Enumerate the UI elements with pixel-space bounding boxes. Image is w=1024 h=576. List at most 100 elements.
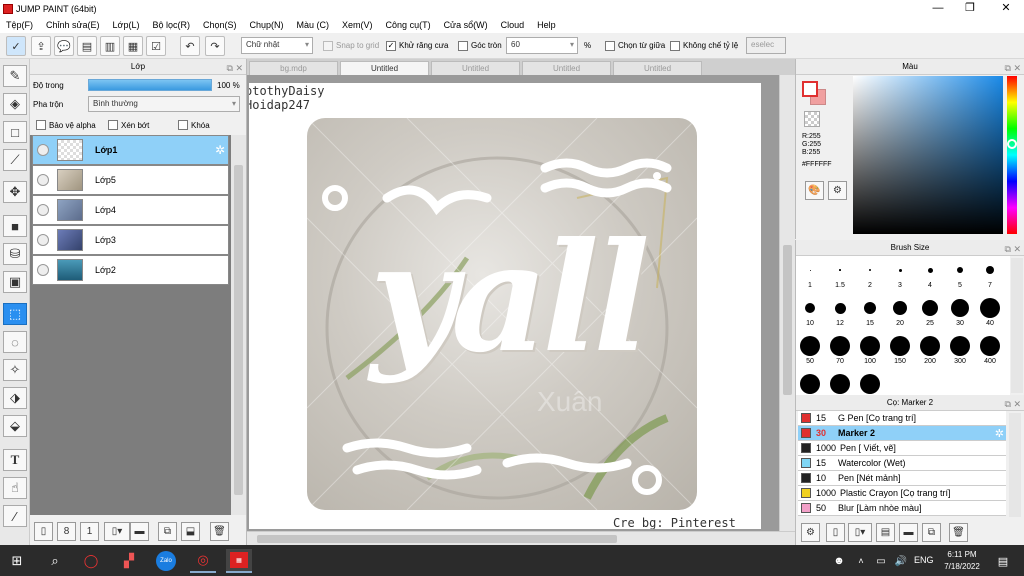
hue-slider[interactable] [1007, 76, 1017, 234]
menu-item[interactable]: Chỉnh sửa(E) [46, 20, 100, 30]
undo-icon[interactable]: ↶ [180, 36, 200, 56]
document-tab[interactable]: Untitled [340, 61, 429, 75]
document-icon[interactable]: ▥ [100, 36, 120, 56]
search-icon[interactable]: ⌕ [42, 549, 68, 573]
text-tool-icon[interactable]: T [3, 449, 27, 471]
brush-size-dot[interactable] [869, 269, 871, 271]
brush-list-item[interactable]: 50 Blur [Làm nhòe màu] [798, 501, 1006, 516]
layer-scrollbar[interactable] [231, 135, 246, 515]
text-box-icon[interactable]: ▤ [77, 36, 97, 56]
select-eraser-tool-icon[interactable]: ⬙ [3, 415, 27, 437]
brush-size-dot[interactable] [922, 300, 938, 316]
brush-list-item[interactable]: 1000 Plastic Crayon [Cọ trang trí] [798, 486, 1006, 501]
grid-icon[interactable]: ▦ [123, 36, 143, 56]
brush-size-dot[interactable] [864, 302, 876, 314]
notification-icon[interactable]: ▤ [990, 549, 1016, 573]
rect-select-tool-icon[interactable]: ⬚ [3, 303, 27, 325]
trash-icon[interactable]: 🗑 [210, 522, 229, 541]
visibility-icon[interactable] [37, 264, 49, 276]
color-picker-square[interactable] [853, 76, 1003, 234]
brush-size-dot[interactable] [893, 301, 907, 315]
document-tab[interactable]: Untitled [522, 61, 611, 75]
transparent-swatch[interactable] [804, 111, 820, 127]
eyedropper-tool-icon[interactable]: ⁄ [3, 505, 27, 527]
brush-size-dot[interactable] [834, 302, 846, 314]
panel-expand-icon[interactable]: ⧉ ✕ [1005, 61, 1021, 76]
menu-item[interactable]: Tệp(F) [6, 20, 33, 30]
move-tool-icon[interactable]: ✥ [3, 181, 27, 203]
brush-scrollbar[interactable] [1011, 258, 1023, 393]
fixed-ratio-checkbox[interactable]: Không chế tỷ lệ [670, 39, 738, 52]
round-corner-checkbox[interactable]: Góc tròn [458, 39, 502, 52]
brush-size-dot[interactable] [890, 336, 910, 356]
gradient-tool-icon[interactable]: ▣ [3, 271, 27, 293]
new-layer-icon[interactable]: ▯ [34, 522, 53, 541]
blend-mode-select[interactable]: Bình thường ▾ [88, 96, 240, 112]
opera-icon[interactable]: ◯ [78, 549, 104, 573]
canvas-vertical-scrollbar[interactable] [779, 75, 795, 531]
brush-export-icon[interactable]: ▯ [826, 523, 845, 542]
brush-list-scrollbar[interactable] [1009, 413, 1021, 517]
brush-size-dot[interactable] [957, 267, 963, 273]
protect-alpha-checkbox[interactable]: Bảo vệ alpha [36, 120, 96, 130]
brush-size-dot[interactable] [980, 336, 1000, 356]
lock-checkbox[interactable]: Khóa [178, 120, 210, 130]
brush-size-dot[interactable] [860, 336, 880, 356]
foreground-color-swatch[interactable] [802, 81, 818, 97]
document-tab[interactable]: Untitled [431, 61, 520, 75]
shape-select[interactable]: Chữ nhật ▾ [241, 37, 313, 54]
layer-item[interactable]: Lớp5 [32, 165, 229, 195]
close-icon[interactable]: ✕ [990, 0, 1022, 17]
brush-size-dot[interactable] [830, 374, 850, 394]
brush-list-item[interactable]: 10 Pen [Nét mảnh] [798, 471, 1006, 486]
brush-size-dot[interactable] [950, 336, 970, 356]
volume-icon[interactable]: 🔊 [888, 549, 914, 573]
brush-size-dot[interactable] [986, 266, 994, 274]
palette-icon[interactable]: 🎨 [805, 181, 824, 200]
palette-settings-icon[interactable]: ⚙ [828, 181, 847, 200]
brush-size-dot[interactable] [800, 374, 820, 394]
gear-icon[interactable]: ✲ [995, 427, 1004, 440]
check-icon[interactable]: ✓ [6, 36, 26, 56]
brush-size-dot[interactable] [809, 269, 811, 271]
select-pen-tool-icon[interactable]: ⬗ [3, 387, 27, 409]
brush-size-dot[interactable] [805, 303, 815, 313]
layer-item[interactable]: Lớp2 [32, 255, 229, 285]
gear-icon[interactable]: ✲ [215, 143, 225, 157]
menu-item[interactable]: Help [537, 20, 556, 30]
menu-item[interactable]: Công cụ(T) [386, 20, 431, 30]
folder-icon[interactable]: ▬ [130, 522, 149, 541]
menu-item[interactable]: Chọn(S) [203, 20, 237, 30]
bucket-tool-icon[interactable]: ⛁ [3, 243, 27, 265]
layer-item[interactable]: Lớp1 ✲ [32, 135, 229, 165]
visibility-icon[interactable] [37, 174, 49, 186]
visibility-icon[interactable] [37, 234, 49, 246]
canvas-paper[interactable]: otothyDaisy Hoidap247 yall Xuân Cre bg: … [249, 83, 761, 529]
brush-list-item[interactable]: 15 G Pen [Cọ trang trí] [798, 411, 1006, 426]
menu-item[interactable]: Cloud [501, 20, 525, 30]
brush-add-menu-icon[interactable]: ▯▾ [848, 523, 872, 542]
new-layer-8bit-icon[interactable]: 8 [57, 522, 76, 541]
minimize-icon[interactable]: — [922, 0, 954, 17]
lasso-tool-icon[interactable]: ◌ [3, 331, 27, 353]
menu-item[interactable]: Lớp(L) [113, 20, 140, 30]
panel-expand-icon[interactable]: ⧉ ✕ [227, 61, 243, 76]
eraser-tool-icon[interactable]: ◈ [3, 93, 27, 115]
layer-item[interactable]: Lớp4 [32, 195, 229, 225]
brush-list-item[interactable]: 15 Watercolor (Wet) [798, 456, 1006, 471]
select-center-checkbox[interactable]: Chọn từ giữa [605, 39, 665, 52]
round-value-input[interactable]: 60 ▾ [506, 37, 578, 54]
opacity-slider[interactable] [88, 79, 212, 91]
brush-size-dot[interactable] [951, 299, 969, 317]
brush-size-dot[interactable] [898, 268, 902, 272]
rectangle-tool-icon[interactable]: □ [3, 121, 27, 143]
checklist-icon[interactable]: ☑ [146, 36, 166, 56]
panel-expand-icon[interactable]: ⧉ ✕ [1005, 242, 1021, 257]
brush-size-dot[interactable] [860, 374, 880, 394]
visibility-icon[interactable] [37, 204, 49, 216]
document-tab[interactable]: bg.mdp [249, 61, 338, 75]
maximize-icon[interactable]: ❐ [954, 0, 986, 17]
brush-settings-icon[interactable]: ⚙ [801, 523, 820, 542]
layer-item[interactable]: Lớp3 [32, 225, 229, 255]
menu-item[interactable]: Cửa sổ(W) [444, 20, 488, 30]
